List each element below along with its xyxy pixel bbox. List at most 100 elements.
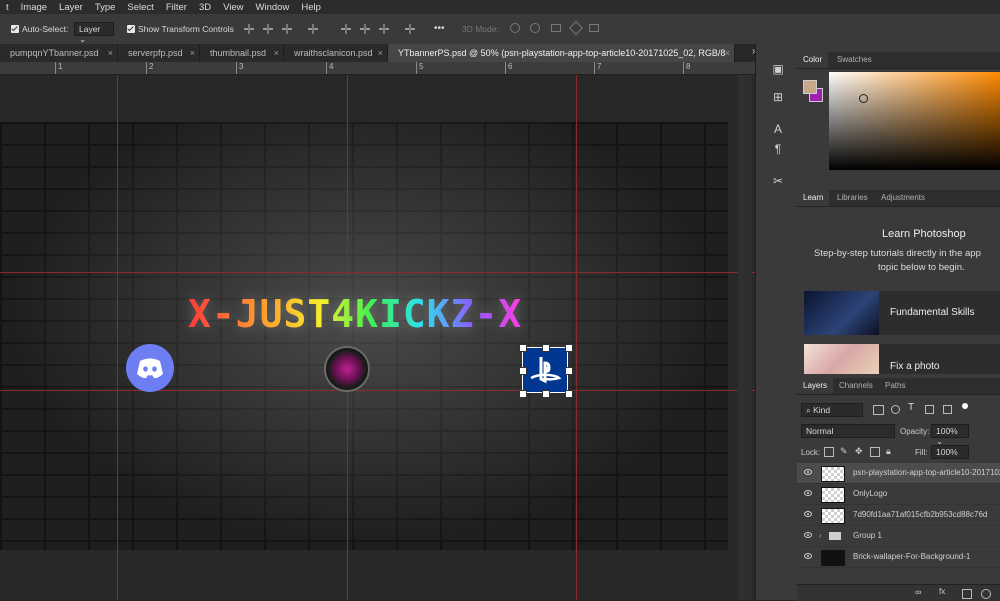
filter-shape-icon[interactable] — [925, 405, 934, 414]
guide-horizontal[interactable] — [0, 390, 755, 391]
transform-handle[interactable] — [565, 344, 573, 352]
auto-select-checkbox[interactable] — [11, 25, 19, 33]
lock-move-icon[interactable]: ✥ — [855, 446, 863, 457]
align-bottom-icon[interactable] — [378, 24, 390, 34]
tab-pumpqnytbanner[interactable]: pumpqnYTbanner.psd × — [0, 44, 118, 62]
tab-ytbannerps[interactable]: YTbannerPS.psd @ 50% (psn-playstation-ap… — [388, 44, 735, 62]
align-right-icon[interactable] — [281, 24, 293, 34]
layer-row[interactable]: OnlyLogo — [797, 484, 1000, 505]
close-icon[interactable]: × — [725, 44, 730, 62]
tab-color[interactable]: Color — [797, 52, 829, 68]
pan-3d-icon[interactable] — [551, 24, 561, 32]
learn-card-fundamental-skills[interactable]: Fundamental Skills — [804, 291, 1000, 335]
layer-row[interactable]: Brick-wallaper-For-Background-1 — [797, 547, 1000, 568]
distribute-icon[interactable] — [307, 24, 319, 34]
menu-item-select[interactable]: Select — [121, 2, 159, 13]
align-center-icon[interactable] — [262, 24, 274, 34]
lock-artboard-icon[interactable] — [870, 447, 880, 457]
visibility-eye-icon[interactable] — [804, 490, 812, 496]
transform-handle[interactable] — [519, 344, 527, 352]
visibility-eye-icon[interactable] — [804, 511, 812, 517]
opacity-field[interactable]: 100% ⌄ — [931, 424, 969, 446]
auto-select-dropdown[interactable]: Layer ⌄ — [74, 22, 114, 44]
tab-thumbnail[interactable]: thumbnail.psd × — [200, 44, 284, 62]
properties-icon[interactable]: ⊞ — [771, 90, 785, 104]
mask-icon[interactable] — [962, 589, 972, 599]
menu-item-image[interactable]: Image — [15, 2, 53, 13]
transform-handle[interactable] — [565, 367, 573, 375]
document-canvas[interactable] — [0, 122, 728, 550]
learn-card-fix-a-photo[interactable]: Fix a photo — [804, 344, 1000, 374]
layer-row-group[interactable]: › Group 1 — [797, 526, 1000, 547]
roll-3d-icon[interactable] — [530, 23, 540, 33]
chevron-right-icon[interactable]: › — [819, 526, 822, 546]
close-icon[interactable]: × — [274, 44, 279, 62]
adjustment-layer-icon[interactable] — [981, 589, 991, 599]
tab-serverpfp[interactable]: serverpfp.psd × — [118, 44, 200, 62]
menu-item-filter[interactable]: Filter — [160, 2, 193, 13]
menu-item-type[interactable]: Type — [89, 2, 122, 13]
close-icon[interactable]: × — [378, 44, 383, 62]
transform-handle[interactable] — [519, 367, 527, 375]
transform-handle[interactable] — [565, 390, 573, 398]
filter-type-icon[interactable]: T — [908, 402, 914, 413]
camera-3d-icon[interactable] — [589, 24, 599, 32]
guide-vertical[interactable] — [576, 75, 577, 600]
transform-handle[interactable] — [542, 390, 550, 398]
menu-item-edit[interactable]: t — [0, 2, 15, 13]
fx-icon[interactable]: fx — [939, 587, 945, 596]
tab-layers[interactable]: Layers — [797, 378, 834, 394]
menu-item-layer[interactable]: Layer — [53, 2, 89, 13]
color-picker-cursor[interactable] — [859, 94, 868, 103]
close-icon[interactable]: × — [108, 44, 113, 62]
character-icon[interactable]: A — [771, 122, 785, 136]
filter-pixel-icon[interactable] — [873, 405, 884, 415]
more-options-icon[interactable]: ••• — [434, 23, 445, 34]
filter-toggle-icon[interactable] — [962, 403, 968, 409]
layer-filter-kind[interactable]: ⌕ Kind — [801, 403, 863, 417]
filter-smartobject-icon[interactable] — [943, 405, 952, 414]
guide-vertical[interactable] — [347, 75, 348, 600]
align-top-icon[interactable] — [340, 24, 352, 34]
align-left-icon[interactable] — [243, 24, 255, 34]
blend-mode-dropdown[interactable]: Normal — [801, 424, 895, 438]
lock-paint-icon[interactable]: ✎ — [840, 446, 848, 457]
orbit-3d-icon[interactable] — [510, 23, 520, 33]
vertical-scrollbar[interactable] — [738, 75, 752, 600]
lock-all-icon[interactable]: 🔒︎ — [886, 446, 891, 457]
tab-adjustments[interactable]: Adjustments — [875, 190, 931, 206]
close-icon[interactable]: × — [190, 44, 195, 62]
guide-vertical[interactable] — [117, 75, 118, 600]
color-picker-field[interactable] — [829, 72, 1000, 170]
menu-item-3d[interactable]: 3D — [193, 2, 217, 13]
paragraph-icon[interactable]: ¶ — [771, 142, 785, 156]
tab-learn[interactable]: Learn — [797, 190, 830, 206]
show-transform-checkbox[interactable] — [127, 25, 135, 33]
tab-swatches[interactable]: Swatches — [831, 52, 878, 68]
tab-paths[interactable]: Paths — [879, 378, 911, 394]
link-layers-icon[interactable]: ∞ — [915, 587, 921, 597]
ruler-horizontal[interactable]: 1 2 3 4 5 6 7 8 — [0, 62, 755, 75]
tools-icon[interactable]: ✂ — [771, 174, 785, 188]
filter-adjustment-icon[interactable] — [891, 405, 900, 414]
tab-wraithsclanicon[interactable]: wraithsclanicon.psd × — [284, 44, 388, 62]
history-icon[interactable]: ▣ — [771, 62, 785, 76]
guide-horizontal[interactable] — [0, 272, 755, 273]
foreground-color-swatch[interactable] — [803, 80, 817, 94]
tab-channels[interactable]: Channels — [833, 378, 879, 394]
menu-item-view[interactable]: View — [217, 2, 249, 13]
slide-3d-icon[interactable] — [568, 20, 584, 36]
align-middle-icon[interactable] — [359, 24, 371, 34]
visibility-eye-icon[interactable] — [804, 553, 812, 559]
transform-handle[interactable] — [519, 390, 527, 398]
layer-row[interactable]: psn-playstation-app-top-article10-201710… — [797, 463, 1000, 484]
playstation-logo-icon[interactable] — [522, 347, 568, 393]
tab-libraries[interactable]: Libraries — [831, 190, 874, 206]
layer-row[interactable]: 7d90fd1aa71af015cfb2b953cd88c76d — [797, 505, 1000, 526]
lock-transparent-icon[interactable] — [824, 447, 834, 457]
visibility-eye-icon[interactable] — [804, 469, 812, 475]
transform-handle[interactable] — [542, 344, 550, 352]
visibility-eye-icon[interactable] — [804, 532, 812, 538]
menu-item-help[interactable]: Help — [295, 2, 327, 13]
distribute-vertical-icon[interactable] — [404, 24, 416, 34]
